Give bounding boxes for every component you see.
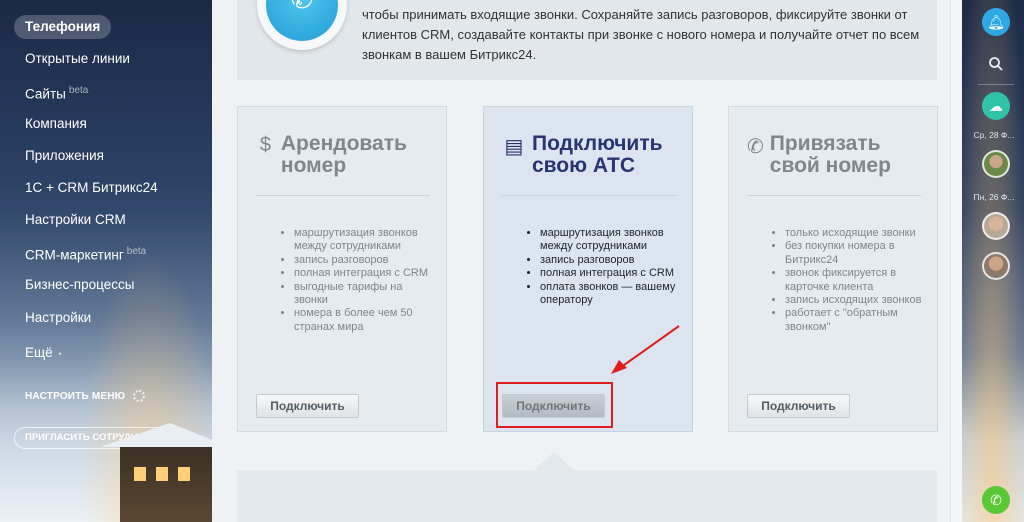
card-link-number: ✆ Привязать свой номер только исходящие … — [728, 106, 938, 432]
list-item: запись исходящих звонков — [785, 294, 926, 307]
bell-icon[interactable]: 🔔︎ — [982, 8, 1010, 36]
list-item: запись разговоров — [294, 254, 435, 267]
search-icon[interactable] — [982, 50, 1010, 78]
card-title-text: Привязать свой номер — [769, 132, 891, 177]
bottom-panel — [237, 470, 937, 522]
house-window — [156, 467, 168, 481]
pbx-icon: ▤ — [504, 136, 524, 158]
sidebar-item-more[interactable]: Ещё • — [14, 341, 73, 365]
sidebar-item-open-lines[interactable]: Открытые линии — [14, 47, 141, 71]
list-item: выгодные тарифы на звонки — [294, 281, 435, 308]
phone-icon[interactable]: ✆ — [982, 486, 1010, 514]
sidebar-item-label: CRM-маркетинг — [25, 247, 124, 263]
sidebar-item-crm-settings[interactable]: Настройки CRM — [14, 208, 137, 232]
main-content: ✆ чтобы принимать входящие звонки. Сохра… — [212, 0, 962, 522]
feature-list: маршрутизация звонков между сотрудниками… — [526, 227, 681, 307]
red-arrow-annotation — [611, 325, 680, 374]
list-item: маршрутизация звонков между сотрудниками — [294, 227, 435, 254]
feature-list: только исходящие звонки без покупки номе… — [771, 227, 926, 334]
card-title: ✆ Привязать свой номер — [747, 133, 927, 177]
gear-icon — [133, 390, 146, 402]
house-window — [178, 467, 190, 481]
date-label: Пн, 26 Ф... — [973, 192, 1015, 202]
sidebar-item-label: Настройки CRM — [25, 212, 126, 227]
list-item: маршрутизация звонков между сотрудниками — [540, 227, 681, 254]
house-roof — [100, 423, 230, 447]
background-house — [100, 423, 230, 522]
sidebar-item-apps[interactable]: Приложения — [14, 144, 115, 168]
beta-badge: beta — [126, 246, 147, 257]
sidebar-item-settings[interactable]: Настройки — [14, 306, 102, 330]
sidebar-item-label: Открытые линии — [25, 51, 130, 66]
sidebar-item-label: Компания — [25, 116, 87, 131]
list-item: номера в более чем 50 странах мира — [294, 307, 435, 334]
scrollbar[interactable] — [950, 0, 962, 522]
sidebar-item-sites[interactable]: Сайты beta — [14, 79, 99, 103]
cloud-icon[interactable]: ☁ — [982, 92, 1010, 120]
list-item: полная интеграция с CRM — [294, 267, 435, 280]
divider — [747, 195, 921, 196]
sidebar-item-telephony[interactable]: Телефония — [14, 15, 112, 39]
card-title: $ Арендовать номер — [256, 133, 436, 177]
beta-badge: beta — [68, 85, 89, 96]
house-window — [134, 467, 146, 481]
list-item: только исходящие звонки — [785, 227, 926, 240]
list-item: без покупки номера в Битрикс24 — [785, 240, 926, 267]
divider — [256, 195, 430, 196]
left-sidebar: Телефония Открытые линии Сайты beta Компа… — [0, 0, 230, 522]
configure-menu-label: НАСТРОИТЬ МЕНЮ — [25, 390, 126, 402]
avatar[interactable] — [982, 252, 1010, 280]
configure-menu-button[interactable]: НАСТРОИТЬ МЕНЮ — [25, 390, 146, 402]
avatar[interactable] — [982, 212, 1010, 240]
sidebar-item-label: 1С + CRM Битрикс24 — [25, 180, 158, 195]
sidebar-item-label: Телефония — [25, 19, 101, 34]
more-dot: • — [58, 349, 62, 359]
feature-list: маршрутизация звонков между сотрудниками… — [280, 227, 435, 334]
sidebar-item-business-processes[interactable]: Бизнес-процессы — [14, 273, 145, 297]
list-item: работает с "обратным звонком" — [785, 307, 926, 334]
sidebar-item-label: Приложения — [25, 148, 104, 163]
phone-icon: ✆ — [266, 0, 338, 41]
list-item: запись разговоров — [540, 254, 681, 267]
sidebar-item-label: Сайты — [25, 86, 66, 102]
sidebar-item-label: Бизнес-процессы — [25, 277, 135, 292]
right-panel: 🔔︎ ☁ Ср, 28 Ф... Пн, 26 Ф... ✆ — [962, 0, 1024, 522]
telephony-logo: ✆ — [257, 0, 347, 50]
card-title-text: Арендовать номер — [280, 132, 407, 177]
card-title-text: Подключить свою АТС — [532, 132, 663, 177]
sidebar-item-label: Настройки — [25, 310, 92, 325]
telephony-info-box: ✆ чтобы принимать входящие звонки. Сохра… — [237, 0, 937, 80]
bottom-pointer — [534, 452, 574, 470]
card-rent-number: $ Арендовать номер маршрутизация звонков… — [237, 106, 447, 432]
list-item: звонок фиксируется в карточке клиента — [785, 267, 926, 294]
divider — [502, 195, 676, 196]
sidebar-item-crm-marketing[interactable]: CRM-маркетинг beta — [14, 240, 157, 264]
sidebar-item-company[interactable]: Компания — [14, 112, 98, 136]
card-connect-pbx: ▤ Подключить свою АТС маршрутизация звон… — [483, 106, 693, 432]
sidebar-item-label: Ещё — [25, 345, 53, 360]
avatar[interactable] — [982, 150, 1010, 178]
link-phone-icon: ✆ — [747, 136, 764, 158]
list-item: полная интеграция с CRM — [540, 267, 681, 280]
highlight-frame — [496, 382, 613, 428]
sidebar-item-1c-crm[interactable]: 1С + CRM Битрикс24 — [14, 176, 169, 200]
telephony-description: чтобы принимать входящие звонки. Сохраня… — [362, 7, 920, 62]
date-label: Ср, 28 Ф... — [973, 130, 1015, 140]
dollar-phone-icon: $ — [259, 134, 271, 156]
connect-button[interactable]: Подключить — [747, 394, 850, 418]
divider — [978, 84, 1014, 85]
card-title: ▤ Подключить свою АТС — [502, 133, 682, 177]
connect-button[interactable]: Подключить — [256, 394, 359, 418]
list-item: оплата звонков — вашему оператору — [540, 281, 681, 308]
